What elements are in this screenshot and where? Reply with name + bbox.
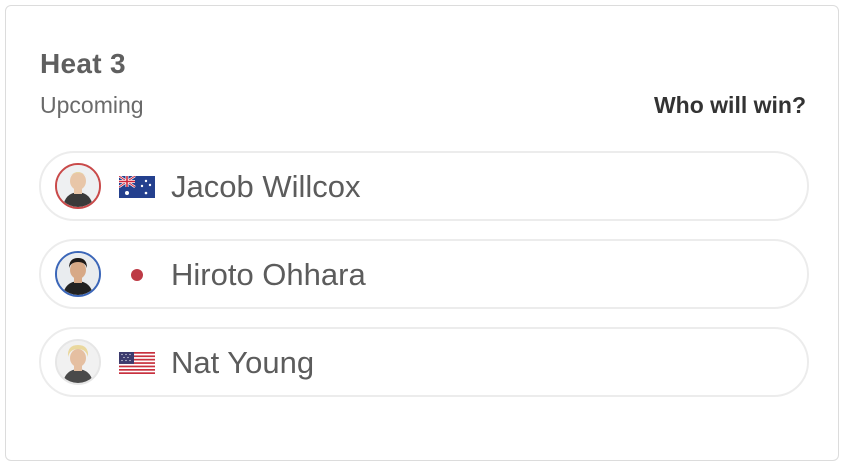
athlete-avatar <box>55 163 101 209</box>
athlete-avatar <box>55 251 101 297</box>
who-will-win-link[interactable]: Who will win? <box>654 92 806 119</box>
athlete-option-nat-young[interactable]: Nat Young <box>39 327 809 397</box>
heat-title: Heat 3 <box>40 48 126 79</box>
athlete-list: Jacob Willcox Hiroto Ohhara Nat Young <box>39 151 809 415</box>
heat-status: Upcoming <box>40 92 144 118</box>
japan-flag-icon <box>119 264 155 286</box>
athlete-avatar <box>55 339 101 385</box>
athlete-option-jacob-willcox[interactable]: Jacob Willcox <box>39 151 809 221</box>
athlete-name: Jacob Willcox <box>171 169 361 204</box>
australia-flag-icon <box>118 175 155 198</box>
usa-flag-icon <box>119 352 155 374</box>
athlete-option-hiroto-ohhara[interactable]: Hiroto Ohhara <box>39 239 809 309</box>
athlete-name: Nat Young <box>171 345 315 380</box>
heat-card: Heat 3 Upcoming Who will win? Jacob Will… <box>5 5 839 461</box>
athlete-name: Hiroto Ohhara <box>171 257 366 292</box>
